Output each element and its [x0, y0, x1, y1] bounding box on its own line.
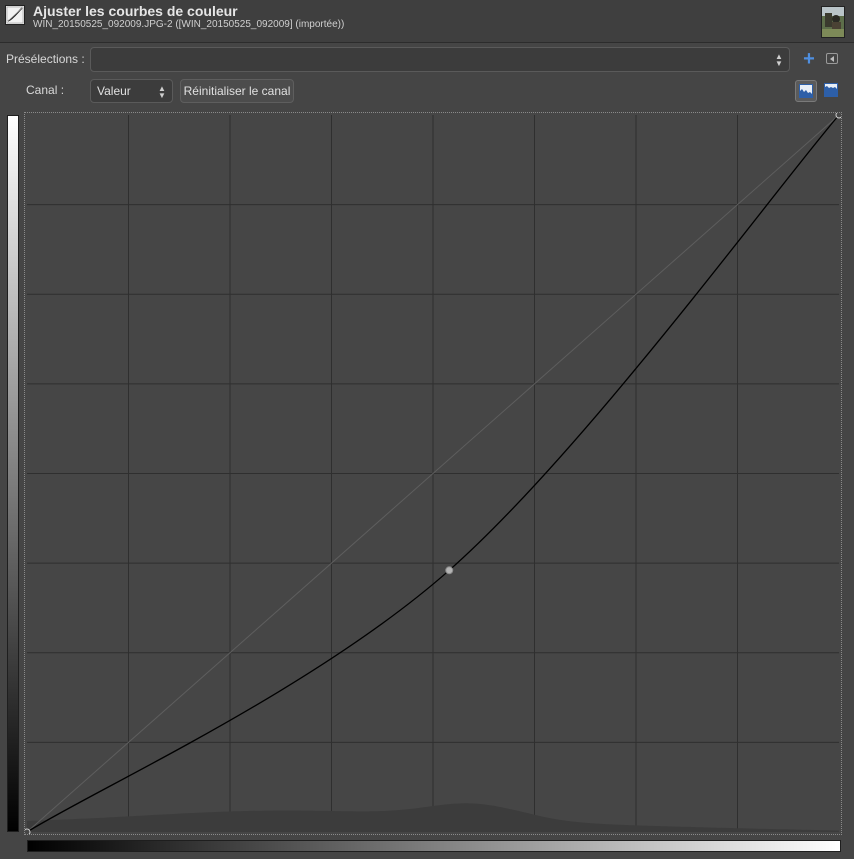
dialog-subtitle: WIN_20150525_092009.JPG-2 ([WIN_20150525…	[33, 19, 345, 30]
curves-dialog: Ajuster les courbes de couleur WIN_20150…	[0, 0, 854, 859]
dialog-header: Ajuster les courbes de couleur WIN_20150…	[0, 0, 854, 43]
dialog-title: Ajuster les courbes de couleur	[33, 3, 238, 19]
histogram	[27, 803, 839, 832]
updown-arrows-icon: ▲ ▼	[158, 84, 166, 100]
channel-combobox[interactable]: Valeur ▲ ▼	[90, 79, 173, 103]
channel-value: Valeur	[97, 84, 131, 98]
image-thumbnail	[821, 6, 845, 38]
output-gradient-bar	[7, 115, 19, 832]
histogram-log-icon[interactable]	[821, 80, 843, 102]
plus-icon[interactable]: +	[800, 49, 818, 69]
curve-control-point[interactable]	[835, 113, 841, 119]
menu-arrow-icon[interactable]	[826, 53, 838, 64]
curve-control-point[interactable]	[445, 566, 454, 575]
presets-label: Présélections :	[6, 52, 85, 66]
updown-arrows-icon: ▲ ▼	[775, 52, 783, 68]
curve-editor[interactable]	[24, 112, 842, 835]
histogram-linear-icon[interactable]	[795, 80, 817, 102]
curve-control-point[interactable]	[25, 828, 31, 834]
presets-combobox[interactable]: ▲ ▼	[90, 47, 790, 72]
reset-channel-button[interactable]: Réinitialiser le canal	[180, 79, 294, 103]
channel-label: Canal :	[26, 83, 65, 97]
curves-tool-icon	[5, 5, 25, 25]
input-gradient-bar	[27, 840, 841, 852]
